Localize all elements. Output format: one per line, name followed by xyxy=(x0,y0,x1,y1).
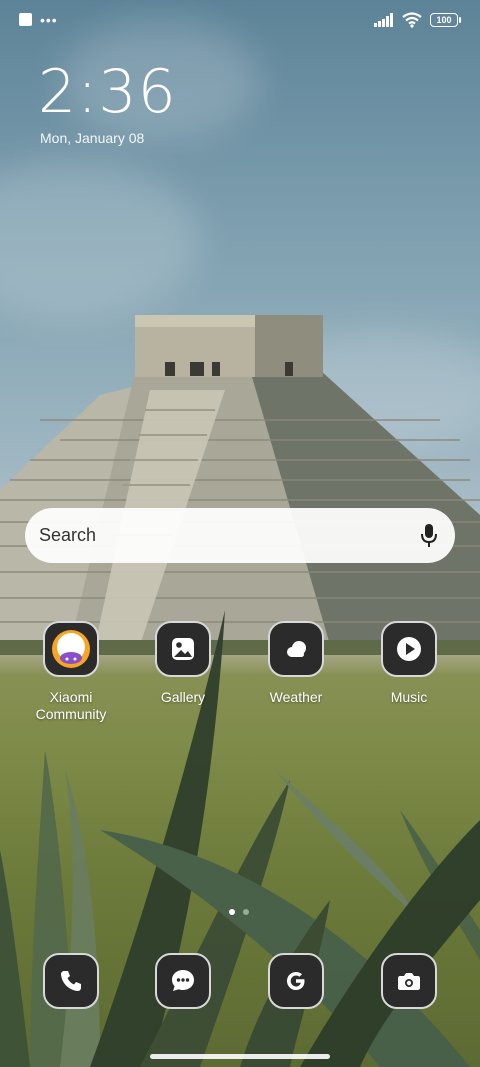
microphone-icon[interactable] xyxy=(417,522,441,550)
dock-camera[interactable] xyxy=(359,953,459,1009)
app-weather[interactable]: Weather xyxy=(246,621,346,706)
page-dot xyxy=(243,909,249,915)
messages-icon[interactable] xyxy=(155,953,211,1009)
page-indicator xyxy=(229,909,249,915)
app-label: Gallery xyxy=(160,689,206,705)
app-label: Music xyxy=(390,689,428,705)
xiaomi-community-icon[interactable] xyxy=(43,621,99,677)
search-bar[interactable]: Search xyxy=(25,508,455,563)
battery-icon: 100 xyxy=(430,13,461,27)
wifi-icon xyxy=(402,12,422,28)
camera-icon[interactable] xyxy=(381,953,437,1009)
dock-google[interactable] xyxy=(246,953,346,1009)
app-music[interactable]: Music xyxy=(359,621,459,706)
app-gallery[interactable]: Gallery xyxy=(133,621,233,706)
app-xiaomi-community[interactable]: Xiaomi Community xyxy=(21,621,121,723)
clock-time[interactable]: 2:36 xyxy=(38,58,177,126)
dock-messages[interactable] xyxy=(133,953,233,1009)
app-label: Xiaomi Community xyxy=(35,689,107,722)
signal-icon xyxy=(374,13,393,27)
status-bar: ••• 100 xyxy=(0,0,480,42)
app-label: Weather xyxy=(269,689,323,705)
home-gesture-bar[interactable] xyxy=(150,1054,330,1059)
battery-level: 100 xyxy=(436,15,452,25)
notification-icon xyxy=(19,13,32,26)
google-icon[interactable] xyxy=(268,953,324,1009)
clock-date[interactable]: Mon, January 08 xyxy=(40,130,144,146)
phone-icon[interactable] xyxy=(43,953,99,1009)
search-placeholder[interactable]: Search xyxy=(39,525,417,546)
dock-phone[interactable] xyxy=(21,953,121,1009)
page-dot-active xyxy=(229,909,235,915)
music-icon[interactable] xyxy=(381,621,437,677)
gallery-icon[interactable] xyxy=(155,621,211,677)
weather-icon[interactable] xyxy=(268,621,324,677)
more-notifications-icon: ••• xyxy=(40,11,58,28)
